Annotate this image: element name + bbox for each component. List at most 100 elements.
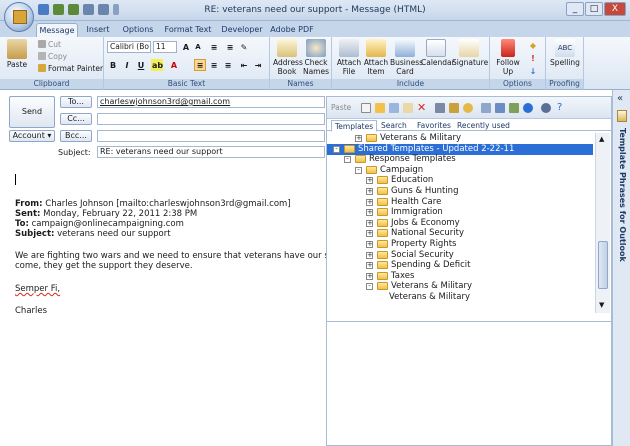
expand-icon[interactable]: + [366, 209, 373, 217]
scroll-down-icon[interactable]: ▼ [599, 301, 604, 309]
tree-node[interactable]: + Veterans & Military [327, 133, 593, 144]
new-template-icon[interactable] [361, 103, 371, 113]
delete-icon[interactable]: ✕ [417, 102, 427, 113]
address-book-button[interactable]: Address Book [273, 39, 303, 76]
spelling-button[interactable]: ABC Spelling [549, 39, 581, 67]
minimize-button[interactable]: _ [566, 2, 584, 16]
expand-icon[interactable]: + [366, 219, 373, 227]
tab-options[interactable]: Options [120, 23, 156, 37]
bcc-field[interactable] [97, 130, 325, 142]
high-importance-icon[interactable]: ! [527, 52, 539, 64]
to-field[interactable]: charleswjohnson3rd@gmail.com [97, 96, 325, 108]
maximize-button[interactable]: □ [585, 2, 603, 16]
tab-templates[interactable]: Templates [331, 120, 378, 132]
increase-indent-icon[interactable]: ⇥ [252, 59, 264, 71]
tree-node[interactable]: Veterans & Military [327, 292, 593, 303]
underline-button[interactable]: U [135, 59, 147, 71]
close-button[interactable]: X [604, 2, 626, 16]
tree-node[interactable]: + Jobs & Economy [327, 218, 593, 229]
clear-format-icon[interactable]: ✎ [238, 41, 250, 53]
tab-search[interactable]: Search [381, 120, 407, 132]
office-button[interactable] [4, 2, 34, 32]
tree-node[interactable]: + Education [327, 175, 593, 186]
help-question-icon[interactable]: ? [557, 103, 567, 113]
font-color-icon[interactable]: A [168, 59, 180, 71]
tree-node[interactable]: + Immigration [327, 207, 593, 218]
tree-node[interactable]: + Spending & Deficit [327, 260, 593, 271]
cc-field[interactable] [97, 113, 325, 125]
shrink-font-icon[interactable]: A [192, 41, 204, 53]
grow-font-icon[interactable]: A [180, 41, 192, 53]
sidebar-title[interactable]: Template Phrases for Outlook [617, 128, 627, 262]
collapse-icon[interactable]: - [333, 145, 340, 153]
align-center-icon[interactable]: ≡ [208, 59, 220, 71]
tree-node[interactable]: - Shared Templates - Updated 2-22-11 [327, 143, 593, 155]
copy-button[interactable]: Copy [38, 52, 67, 62]
attach-file-button[interactable]: Attach File [336, 39, 362, 76]
paste-button[interactable]: Paste [6, 39, 28, 69]
new-folder-icon[interactable] [375, 103, 385, 113]
low-importance-icon[interactable]: ↓ [527, 65, 539, 77]
align-right-icon[interactable]: ≡ [222, 59, 234, 71]
subject-field[interactable]: RE: veterans need our support [97, 146, 325, 158]
collapse-icon[interactable]: - [366, 283, 373, 291]
cc-button[interactable]: Cc... [60, 113, 92, 125]
edit-template-icon[interactable] [403, 103, 413, 113]
highlight-icon[interactable]: ab [151, 59, 163, 71]
options-menu-icon[interactable] [541, 103, 551, 113]
message-body[interactable]: From: Charles Johnson [mailto:charleswjo… [6, 163, 357, 446]
tab-favorites[interactable]: Favorites [417, 120, 451, 132]
align-left-icon[interactable]: ≡ [194, 59, 206, 71]
follow-up-button[interactable]: Follow Up [493, 39, 523, 76]
format-painter-button[interactable]: Format Painter [38, 64, 103, 74]
tree-node[interactable]: - Response Templates [327, 154, 593, 165]
bold-button[interactable]: B [107, 59, 119, 71]
export-icon[interactable] [509, 103, 519, 113]
scrollbar-thumb[interactable] [598, 241, 608, 289]
expand-icon[interactable]: + [366, 188, 373, 195]
business-card-button[interactable]: Business Card [390, 39, 423, 76]
tree-node[interactable]: + National Security [327, 228, 593, 239]
expand-icon[interactable]: + [355, 135, 362, 142]
expand-icon[interactable]: + [366, 251, 373, 259]
calendar-button[interactable]: Calendar [421, 39, 455, 67]
tree-node[interactable]: - Veterans & Military [327, 281, 593, 292]
tab-adobe-pdf[interactable]: Adobe PDF [270, 23, 314, 37]
categorize-icon[interactable]: ◆ [527, 39, 539, 51]
tree-node[interactable]: + Social Security [327, 250, 593, 261]
tree-scrollbar[interactable]: ▲ ▼ [595, 133, 610, 313]
expand-icon[interactable]: + [366, 230, 373, 238]
account-button[interactable]: Account ▾ [9, 130, 55, 142]
send-button[interactable]: Send [9, 96, 55, 128]
bcc-button[interactable]: Bcc... [60, 130, 92, 142]
signature-button[interactable]: Signature [452, 39, 488, 67]
tree-node[interactable]: + Property Rights [327, 239, 593, 250]
tab-developer[interactable]: Developer [220, 23, 264, 37]
expand-icon[interactable]: + [366, 198, 373, 206]
help-icon[interactable] [523, 103, 533, 113]
bullets-icon[interactable]: ≡ [208, 41, 220, 53]
decrease-indent-icon[interactable]: ⇤ [238, 59, 250, 71]
collapse-icon[interactable]: - [344, 156, 351, 164]
cut-button[interactable]: Cut [38, 40, 61, 50]
tab-insert[interactable]: Insert [84, 23, 112, 37]
star-icon[interactable] [463, 103, 473, 113]
favorite-folder-icon[interactable] [449, 103, 459, 113]
collapse-icon[interactable]: - [355, 166, 362, 174]
rename-icon[interactable] [389, 103, 399, 113]
tree-node[interactable]: - Campaign [327, 165, 593, 176]
expand-icon[interactable]: + [366, 241, 373, 248]
expand-icon[interactable]: + [366, 272, 373, 280]
tab-message[interactable]: Message [36, 23, 78, 37]
expand-icon[interactable]: + [366, 177, 373, 185]
tree-node[interactable]: + Taxes [327, 271, 593, 282]
tab-recently-used[interactable]: Recently used [457, 120, 510, 132]
numbering-icon[interactable]: ≡ [224, 41, 236, 53]
to-button[interactable]: To... [60, 96, 92, 108]
scroll-up-icon[interactable]: ▲ [599, 135, 604, 143]
check-names-button[interactable]: Check Names [302, 39, 330, 76]
tree-node[interactable]: + Health Care [327, 197, 593, 208]
attach-item-button[interactable]: Attach Item [363, 39, 389, 76]
panel-paste-button[interactable]: Paste [331, 103, 351, 112]
tools-icon[interactable] [481, 103, 491, 113]
